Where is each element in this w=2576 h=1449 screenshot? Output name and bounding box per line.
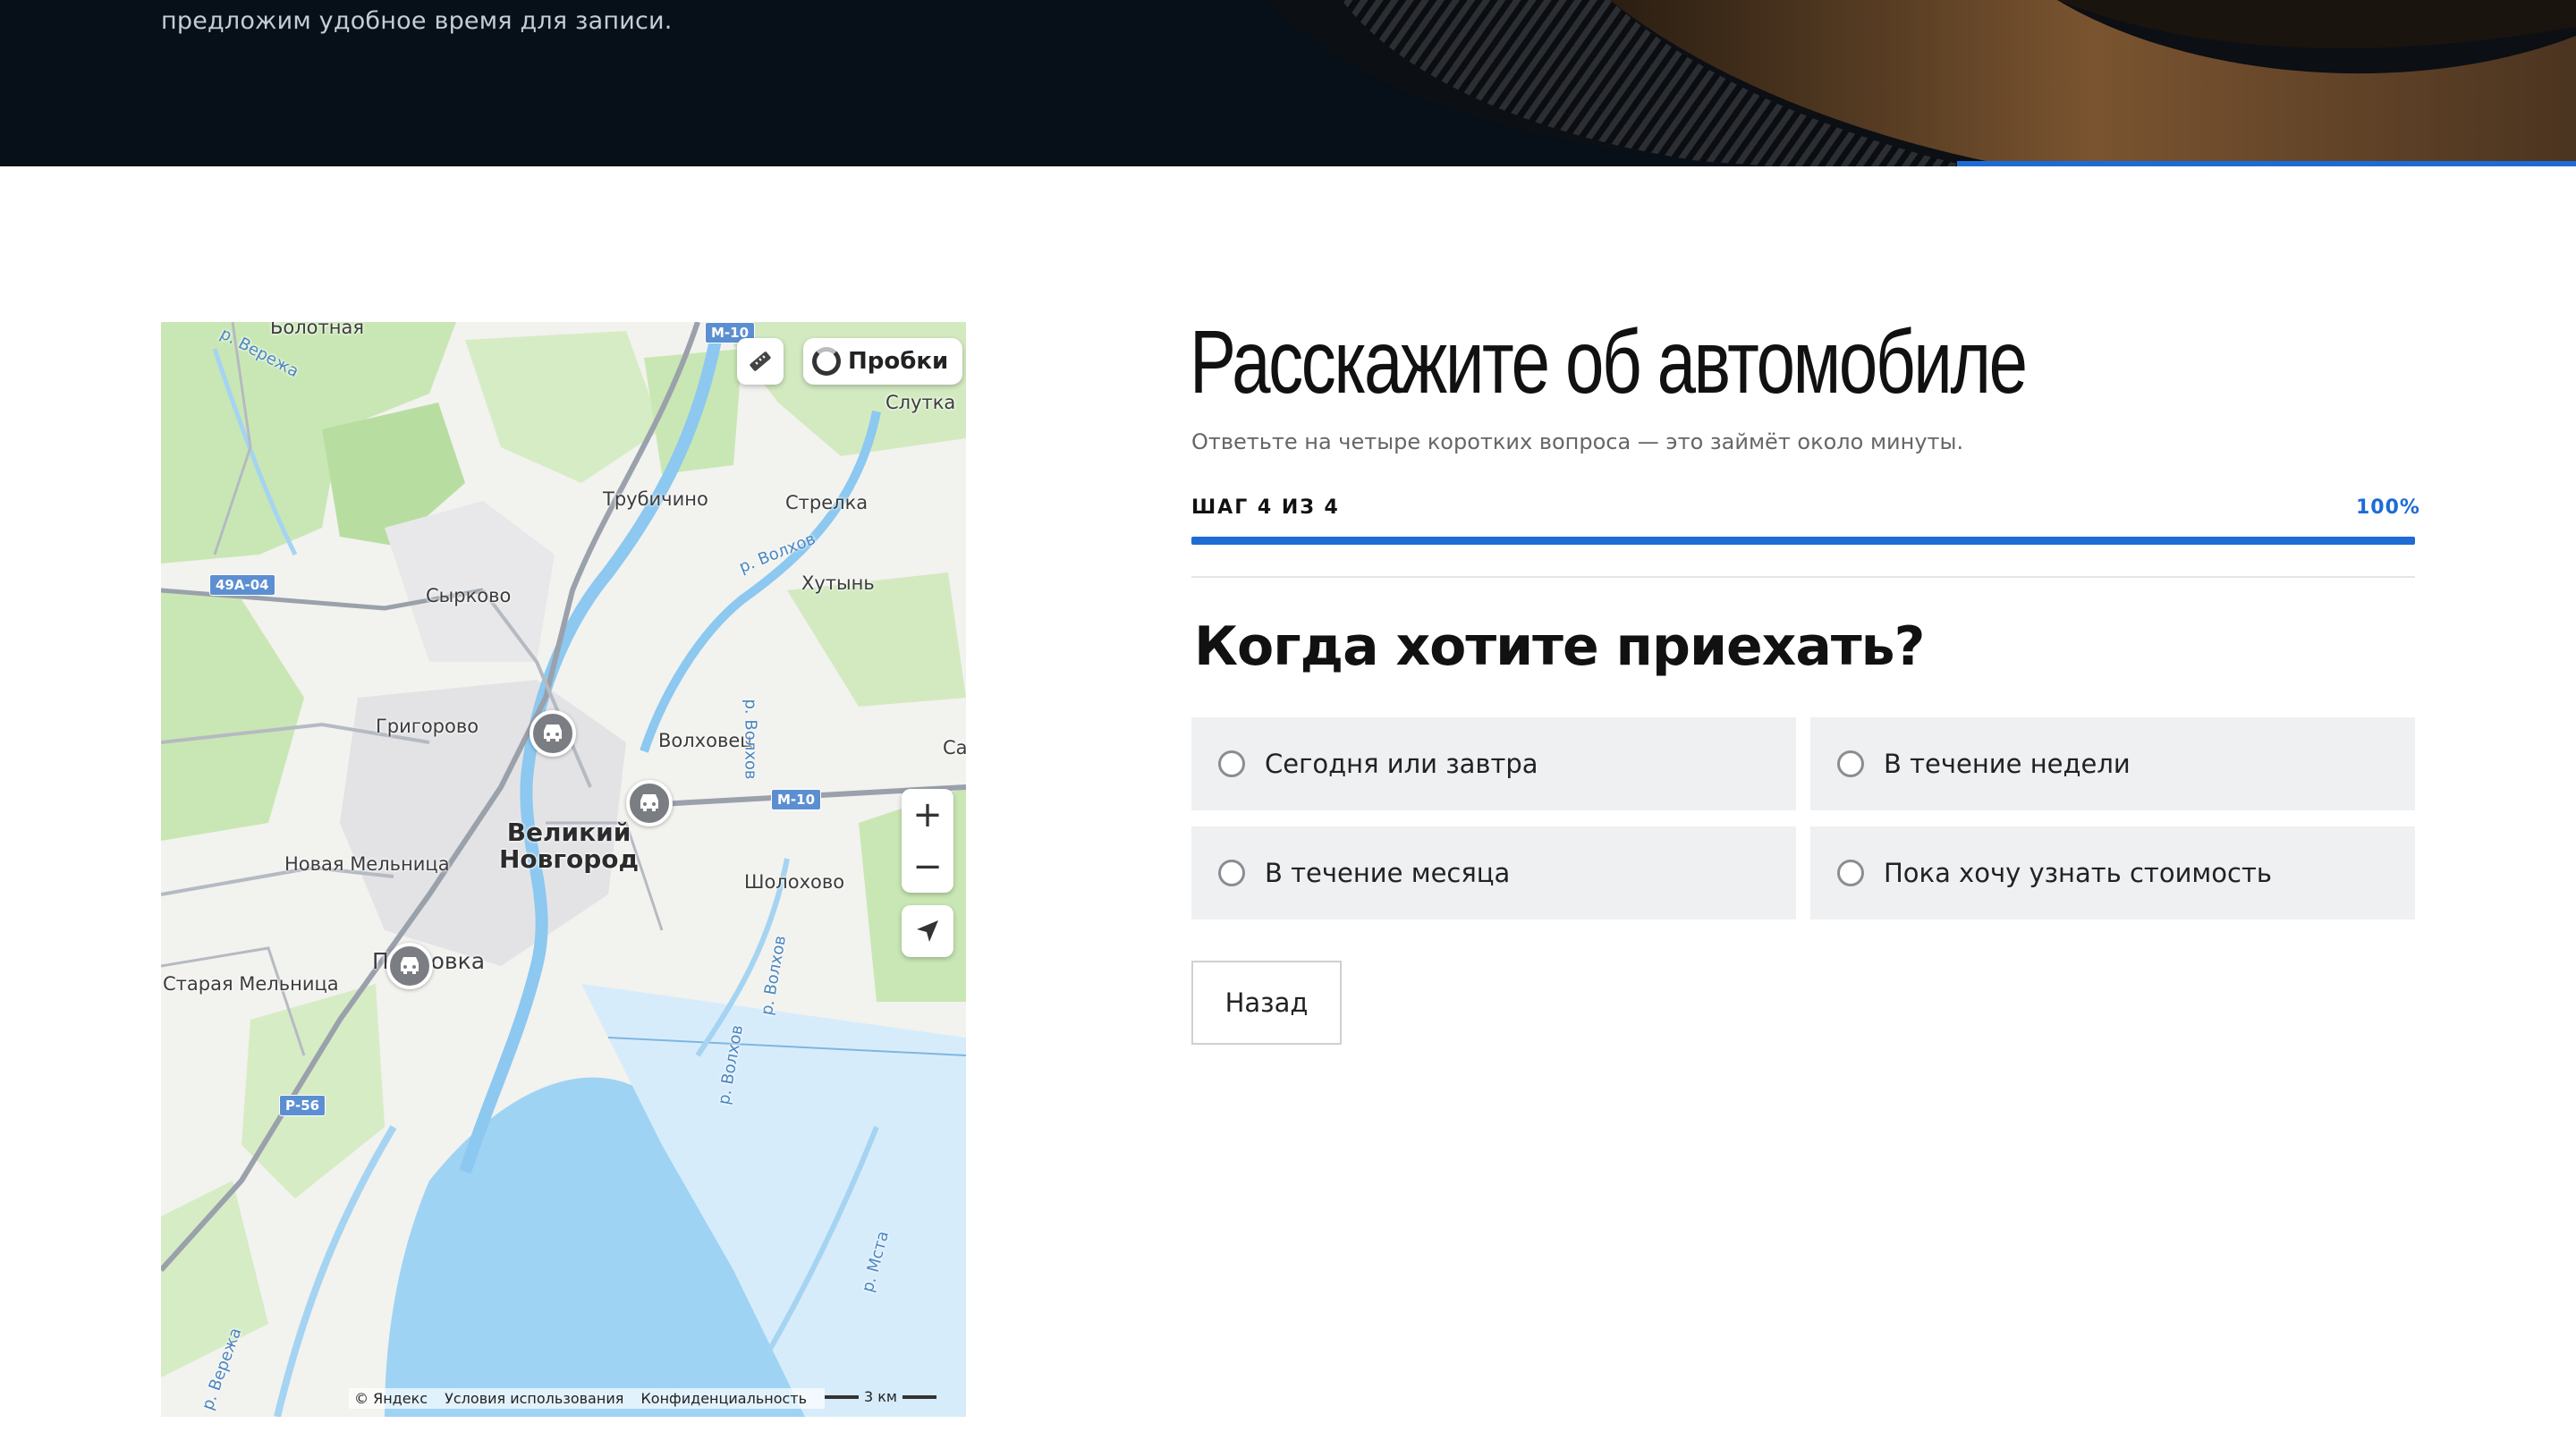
hero-text: предложим удобное время для записи. (161, 7, 673, 35)
back-button[interactable]: Назад (1191, 961, 1342, 1045)
step-label: ШАГ 4 ИЗ 4 (1191, 496, 1340, 519)
zoom-controls: + − (902, 789, 953, 893)
map-copyright[interactable]: © Яндекс (354, 1390, 428, 1407)
city-line-2: Новгород (499, 844, 640, 874)
map-widget[interactable]: Болотная Слутка Трубичино Стрелка Хутынь… (161, 322, 966, 1417)
road-badge-m10: М-10 (771, 789, 822, 810)
car-icon (640, 794, 658, 811)
form-subtitle: Ответьте на четыре коротких вопроса — эт… (1191, 429, 1964, 454)
traffic-icon (812, 347, 841, 376)
ruler-button[interactable] (737, 338, 784, 385)
traffic-label: Пробки (848, 348, 949, 375)
map-label-novaya-melnitsa: Новая Мельница (284, 853, 450, 875)
question-title: Когда хотите приехать? (1194, 615, 1925, 678)
scale-bar-right (902, 1394, 936, 1399)
map-label-staraya-melnitsa: Старая Мельница (163, 973, 339, 995)
map-label-strelka: Стрелка (785, 492, 869, 513)
option-label: В течение недели (1884, 749, 2131, 779)
location-arrow-icon (917, 920, 938, 942)
map-privacy-link[interactable]: Конфиденциальность (640, 1390, 807, 1407)
option-label: Сегодня или завтра (1265, 749, 1538, 779)
form-title: Расскажите об автомобиле (1190, 312, 2028, 412)
map-label-bolotnaya: Болотная (270, 322, 364, 338)
car-service-marker[interactable] (386, 943, 433, 989)
radio-button[interactable] (1837, 750, 1864, 777)
car-service-marker[interactable] (626, 780, 673, 826)
hero-banner: предложим удобное время для записи. (0, 0, 2576, 166)
option-price-only[interactable]: Пока хочу узнать стоимость (1810, 826, 2415, 919)
traffic-button[interactable]: Пробки (803, 338, 963, 385)
car-service-marker[interactable] (530, 710, 576, 757)
option-label: В течение месяца (1265, 858, 1511, 888)
map-label-sholokhovo: Шолохово (744, 871, 845, 893)
progress-bar (1191, 537, 2415, 545)
map-label-grigorovo: Григорово (376, 716, 479, 737)
radio-button[interactable] (1218, 860, 1245, 886)
geolocation-button[interactable] (902, 905, 953, 957)
option-within-week[interactable]: В течение недели (1810, 717, 2415, 810)
divider (1191, 576, 2415, 578)
road-badge-r56: Р-56 (279, 1095, 326, 1116)
scale-bar-left (825, 1394, 859, 1399)
scale-label: 3 км (864, 1388, 897, 1405)
zoom-in-button[interactable]: + (902, 789, 953, 841)
map-label-slutka: Слутка (886, 392, 956, 413)
car-icon (544, 724, 562, 741)
car-icon (401, 957, 419, 974)
hero-progress-bar (1957, 161, 2576, 166)
map-footer: © Яндекс Условия использования Конфиденц… (349, 1388, 826, 1409)
radio-button[interactable] (1837, 860, 1864, 886)
map-terms-link[interactable]: Условия использования (445, 1390, 623, 1407)
ruler-icon (750, 352, 771, 371)
road-badge-49a04: 49А-04 (209, 574, 275, 596)
river-volkhov-2: р. Волхов (741, 699, 760, 780)
map-label-khutyn: Хутынь (801, 572, 875, 594)
option-label: Пока хочу узнать стоимость (1884, 858, 2272, 888)
map-label-city: Великий Новгород (499, 819, 639, 873)
progress-fill (1191, 537, 2415, 545)
option-within-month[interactable]: В течение месяца (1191, 826, 1796, 919)
option-today-tomorrow[interactable]: Сегодня или завтра (1191, 717, 1796, 810)
map-scale: 3 км (825, 1388, 936, 1405)
step-percent: 100% (2356, 496, 2420, 519)
map-label-trubichino: Трубичино (603, 488, 708, 510)
map-label-syrkovo: Сырково (426, 585, 512, 606)
zoom-out-button[interactable]: − (902, 841, 953, 893)
map-label-sa: Са (943, 737, 966, 758)
map-label-volkhovets: Волховец (658, 730, 753, 751)
radio-button[interactable] (1218, 750, 1245, 777)
city-line-1: Великий (506, 818, 631, 847)
